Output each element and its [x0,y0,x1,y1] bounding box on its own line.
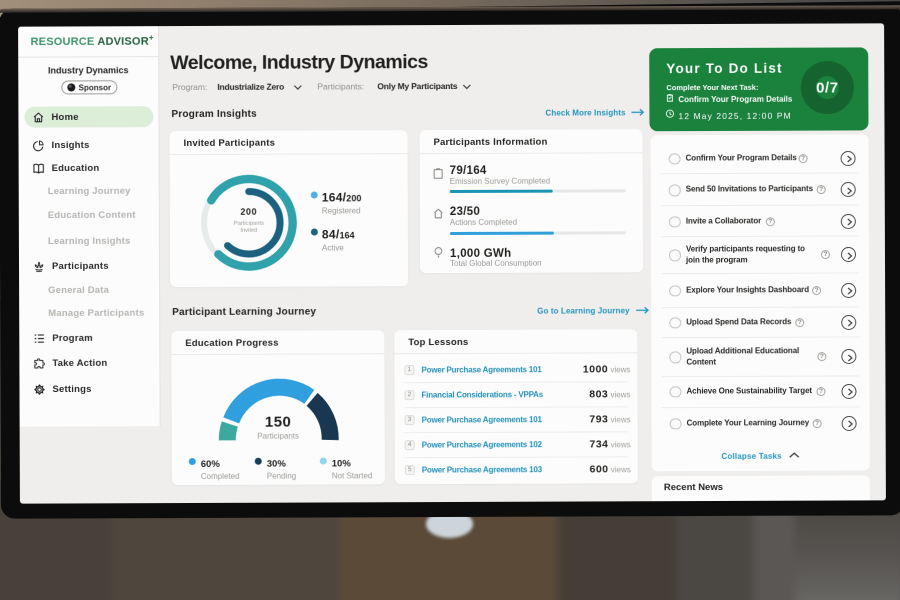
svg-text:Participants: Participants [234,221,264,227]
svg-text:Invited: Invited [240,228,257,234]
svg-text:200: 200 [240,207,257,217]
